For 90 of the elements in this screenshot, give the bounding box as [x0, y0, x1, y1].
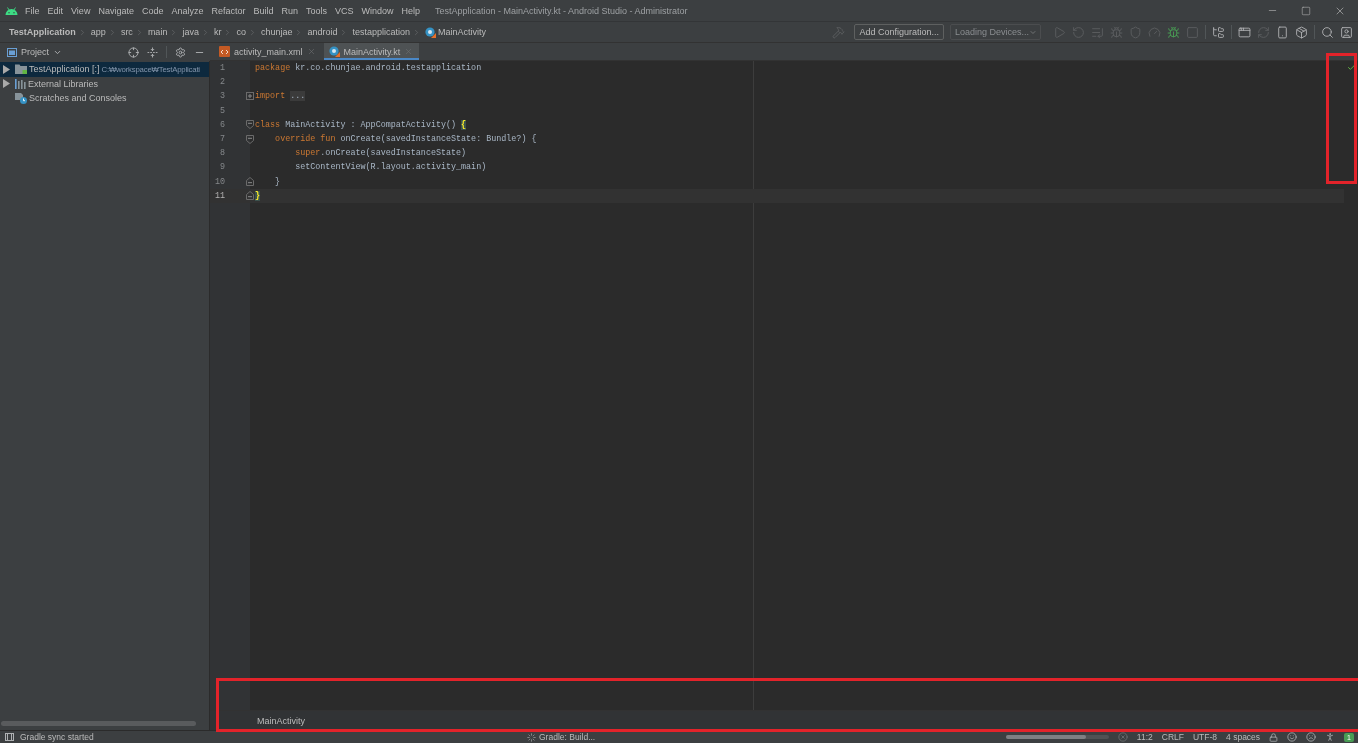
line-number: 7	[219, 134, 225, 145]
caret-right-icon[interactable]	[3, 79, 10, 89]
indent-setting[interactable]: 4 spaces	[1226, 732, 1261, 742]
menu-item[interactable]: VCS	[331, 5, 358, 16]
xml-file-icon	[219, 46, 230, 57]
line-separator[interactable]: CRLF	[1161, 732, 1184, 742]
user-icon[interactable]	[1340, 25, 1353, 39]
menu-item[interactable]: Window	[357, 5, 398, 16]
breadcrumb-item[interactable]: android	[307, 27, 338, 37]
caret-position[interactable]: 11:2	[1136, 732, 1153, 742]
tree-item[interactable]: External Libraries	[0, 76, 209, 91]
project-view-selector[interactable]: Project	[7, 47, 62, 57]
robot-logo-icon	[5, 6, 18, 15]
smile-icon[interactable]	[1287, 732, 1298, 742]
frown-icon[interactable]	[1306, 732, 1317, 742]
menu-item[interactable]: Build	[249, 5, 278, 16]
fold-minus-icon[interactable]	[246, 120, 254, 130]
breadcrumb-item[interactable]: src	[120, 27, 133, 37]
menu-item[interactable]: Refactor	[207, 5, 250, 16]
add-configuration-button[interactable]: Add Configuration...	[854, 24, 944, 40]
panel-icon[interactable]	[5, 733, 14, 741]
line-number: 3	[219, 91, 225, 102]
menu-item[interactable]: Analyze	[167, 5, 208, 16]
menu-item[interactable]: Navigate	[94, 5, 138, 16]
fold-minus-icon[interactable]	[246, 177, 254, 187]
line-number: 1	[219, 63, 225, 74]
background-task[interactable]: Gradle: Build...	[539, 732, 596, 742]
phone-icon[interactable]	[1276, 25, 1289, 39]
status-message: Gradle sync started	[20, 732, 94, 742]
breadcrumb-item[interactable]: MainActivity	[438, 27, 487, 37]
bars-icon	[15, 78, 26, 89]
class-icon	[328, 46, 340, 57]
code-line: super.onCreate(savedInstanceState)	[294, 148, 467, 159]
bug-icon[interactable]	[1167, 25, 1180, 39]
crosshair-icon[interactable]	[128, 46, 139, 58]
breadcrumb-item[interactable]: main	[147, 27, 168, 37]
panel-icon	[7, 47, 17, 57]
line-number: 11	[214, 190, 225, 201]
breadcrumb-item[interactable]: MainActivity	[257, 715, 305, 726]
person-icon[interactable]	[1325, 732, 1336, 742]
lock-icon[interactable]	[1269, 732, 1279, 742]
breadcrumb-item[interactable]: TestApplication	[9, 27, 76, 37]
collapse-icon[interactable]	[147, 46, 158, 58]
line-number: 6	[219, 119, 225, 130]
menu-item[interactable]: Code	[137, 5, 168, 16]
code-line: class MainActivity : AppCompatActivity() {	[255, 119, 467, 130]
horizontal-scrollbar[interactable]	[1, 721, 196, 726]
maximize-icon[interactable]	[1301, 5, 1311, 16]
menu-item[interactable]: File	[21, 5, 44, 16]
code-line: package kr.co.chunjae.android.testapplication	[255, 63, 482, 74]
menu-item[interactable]: Run	[277, 5, 302, 16]
editor-tab[interactable]: MainActivity.kt	[323, 43, 420, 60]
class-icon	[425, 26, 437, 38]
settings-icon[interactable]	[175, 46, 186, 58]
window-icon[interactable]	[1238, 25, 1251, 39]
menu-item[interactable]: Tools	[302, 5, 332, 16]
tree-item[interactable]: Scratches and Consoles	[0, 91, 209, 106]
code-line: import ...	[255, 91, 306, 102]
breadcrumb-item[interactable]: kr	[213, 27, 222, 37]
code-line: override fun onCreate(savedInstanceState: Bundle?) {	[274, 134, 537, 145]
caret-right-icon[interactable]	[3, 64, 10, 74]
fold-minus-icon[interactable]	[246, 191, 254, 201]
package-icon[interactable]	[1295, 25, 1308, 39]
code-line: }	[274, 176, 281, 187]
line-number: 10	[214, 176, 225, 187]
breadcrumb-item[interactable]: co	[236, 27, 246, 37]
cancel-icon[interactable]	[1117, 732, 1128, 742]
breadcrumb-item[interactable]: chunjae	[260, 27, 293, 37]
breadcrumb-item[interactable]: java	[182, 27, 199, 37]
file-encoding[interactable]: UTF-8	[1192, 732, 1218, 742]
window-title: TestApplication - MainActivity.kt - Android Studio - Administrator	[435, 5, 688, 16]
code-line: setContentView(R.layout.activity_main)	[294, 162, 487, 173]
breadcrumb-item[interactable]: app	[90, 27, 106, 37]
line-number: 8	[219, 148, 225, 159]
scratch-file-icon	[15, 92, 27, 104]
editor-tab[interactable]: activity_main.xml	[214, 43, 322, 60]
breadcrumb-item[interactable]: testapplication	[352, 27, 411, 37]
menu-item[interactable]: Help	[397, 5, 425, 16]
folder-tree-icon[interactable]	[1212, 25, 1225, 39]
line-number: 2	[219, 77, 225, 88]
fold-minus-icon[interactable]	[246, 134, 254, 144]
fold-plus-icon[interactable]	[246, 92, 254, 101]
folder-icon	[15, 64, 27, 75]
line-number: 5	[219, 105, 225, 116]
menu-item[interactable]: Edit	[43, 5, 68, 16]
line-number: 9	[219, 162, 225, 173]
check-icon[interactable]	[1346, 63, 1356, 72]
spinner-icon	[527, 732, 536, 742]
search-icon[interactable]	[1321, 25, 1334, 39]
menu-item[interactable]: View	[67, 5, 95, 16]
